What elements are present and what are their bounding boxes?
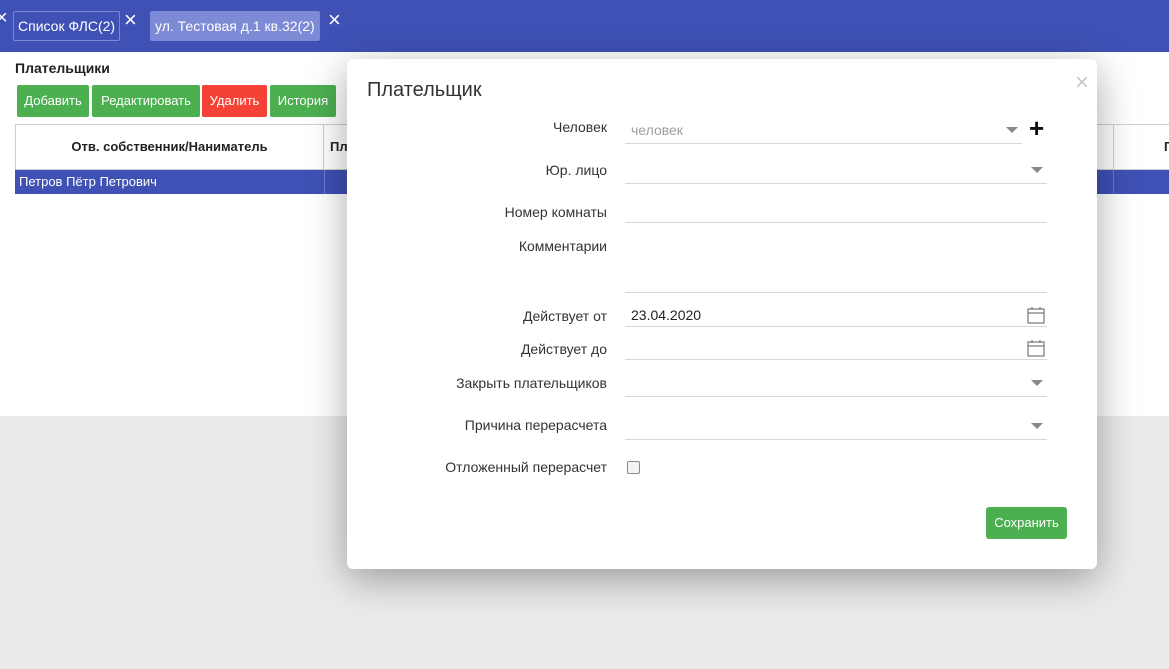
- dialog-title: Плательщик: [367, 79, 482, 101]
- person-label: Человек: [553, 119, 607, 135]
- payer-dialog: Плательщик × Человек человек + Юр. лицо …: [347, 59, 1097, 569]
- history-button[interactable]: История: [270, 85, 336, 117]
- close-payers-label: Закрыть плательщиков: [456, 375, 607, 391]
- recalc-reason-label: Причина перерасчета: [464, 417, 607, 433]
- close-icon[interactable]: ×: [124, 9, 137, 31]
- add-button[interactable]: Добавить: [17, 85, 89, 117]
- room-label: Номер комнаты: [504, 204, 607, 220]
- top-tab-bar: × Список ФЛС(2) × ул. Тестовая д.1 кв.32…: [0, 0, 1169, 52]
- recalc-reason-select[interactable]: [625, 409, 1047, 440]
- comments-label: Комментарии: [518, 238, 607, 254]
- edit-button[interactable]: Редактировать: [92, 85, 200, 117]
- valid-from-field[interactable]: 23.04.2020: [625, 299, 1047, 327]
- legal-entity-select[interactable]: [625, 153, 1047, 184]
- save-button[interactable]: Сохранить: [986, 507, 1067, 539]
- chevron-down-icon: [1006, 127, 1018, 133]
- calendar-icon[interactable]: [1027, 339, 1045, 357]
- person-placeholder: человек: [631, 122, 683, 138]
- cell-divider: [324, 170, 325, 194]
- section-title: Плательщики: [15, 60, 110, 76]
- tab-fls-list[interactable]: Список ФЛС(2): [13, 11, 121, 41]
- comments-field[interactable]: [625, 231, 1047, 293]
- room-number-field[interactable]: [625, 193, 1047, 223]
- plus-icon[interactable]: +: [1029, 115, 1044, 141]
- column-header-divider: [1113, 125, 1169, 171]
- delete-button[interactable]: Удалить: [202, 85, 267, 117]
- close-icon[interactable]: ×: [1075, 69, 1089, 97]
- tab-address[interactable]: ул. Тестовая д.1 кв.32(2): [150, 11, 320, 41]
- tab-label: Список ФЛС(2): [18, 18, 116, 34]
- column-header-last[interactable]: П: [1164, 125, 1169, 169]
- close-payers-select[interactable]: [625, 366, 1047, 397]
- valid-to-field[interactable]: [625, 333, 1047, 360]
- chevron-down-icon: [1031, 423, 1043, 429]
- owner-cell: Петров Пётр Петрович: [19, 174, 157, 189]
- close-icon[interactable]: ×: [328, 9, 341, 31]
- valid-from-label: Действует от: [523, 308, 607, 324]
- valid-to-label: Действует до: [520, 341, 607, 357]
- tab-label: ул. Тестовая д.1 кв.32(2): [155, 18, 315, 34]
- chevron-down-icon: [1031, 167, 1043, 173]
- close-icon[interactable]: ×: [0, 8, 8, 28]
- chevron-down-icon: [1031, 380, 1043, 386]
- person-select[interactable]: человек: [625, 111, 1022, 144]
- cell-divider: [1113, 170, 1114, 194]
- deferred-recalc-checkbox[interactable]: [627, 461, 640, 474]
- column-header-owner[interactable]: Отв. собственник/Наниматель: [15, 125, 324, 171]
- valid-from-value: 23.04.2020: [631, 307, 702, 323]
- deferred-recalc-label: Отложенный перерасчет: [445, 459, 607, 475]
- calendar-icon[interactable]: [1027, 306, 1045, 324]
- legal-label: Юр. лицо: [545, 162, 607, 178]
